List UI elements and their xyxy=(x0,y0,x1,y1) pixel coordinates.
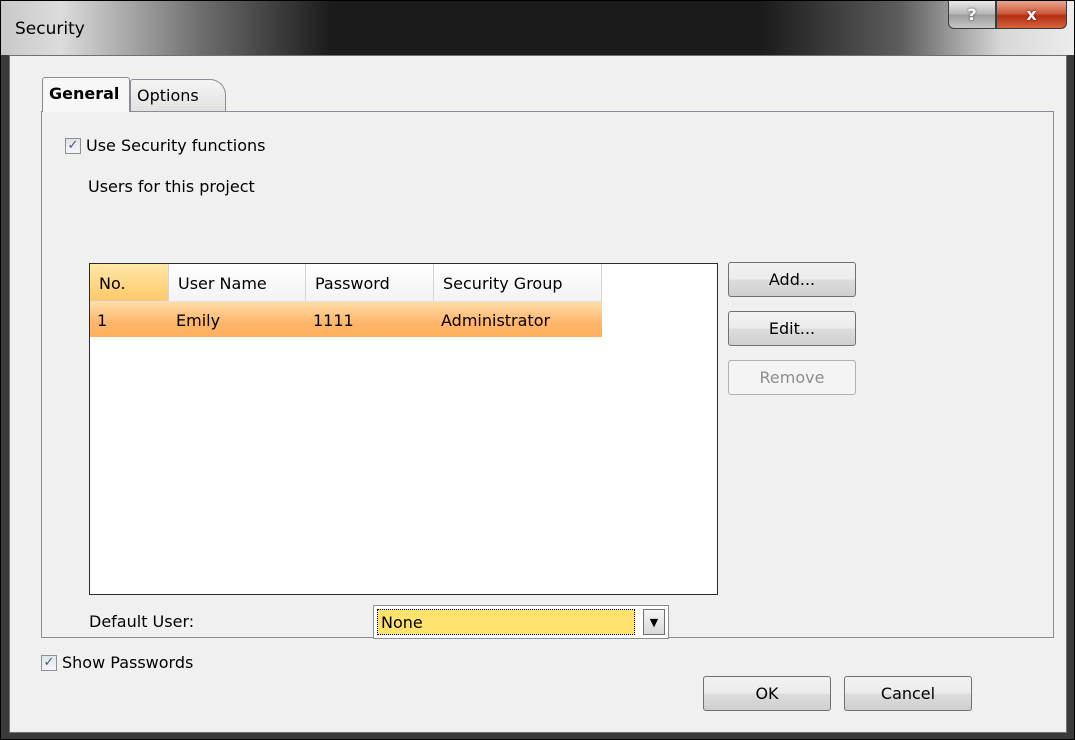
default-user-select[interactable]: None ▼ xyxy=(373,605,669,639)
dialog-body: General Options ✓ Use Security functions… xyxy=(9,55,1067,733)
edit-user-button[interactable]: Edit... xyxy=(728,311,856,346)
use-security-label: Use Security functions xyxy=(86,136,266,155)
tab-general[interactable]: General xyxy=(42,77,130,112)
help-button[interactable]: ? xyxy=(948,1,996,29)
column-header-password[interactable]: Password xyxy=(306,264,434,302)
window-title: Security xyxy=(15,19,85,39)
chevron-down-icon: ▼ xyxy=(649,615,659,629)
show-passwords-row[interactable]: ✓ Show Passwords xyxy=(41,653,193,672)
check-icon: ✓ xyxy=(67,138,79,153)
show-passwords-label: Show Passwords xyxy=(62,653,194,672)
cancel-button[interactable]: Cancel xyxy=(844,676,972,711)
check-icon: ✓ xyxy=(43,655,55,670)
title-bar: Security ? x xyxy=(1,1,1074,55)
close-icon: x xyxy=(1026,5,1037,24)
use-security-checkbox[interactable]: ✓ xyxy=(65,137,81,154)
default-user-value: None xyxy=(377,609,635,635)
add-user-button[interactable]: Add... xyxy=(728,262,856,297)
ok-button[interactable]: OK xyxy=(703,676,831,711)
default-user-label: Default User: xyxy=(89,612,195,631)
users-label: Users for this project xyxy=(88,177,255,196)
close-button[interactable]: x xyxy=(996,1,1067,29)
cell-security-group: Administrator xyxy=(441,311,551,330)
cell-no: 1 xyxy=(97,311,108,330)
show-passwords-checkbox[interactable]: ✓ xyxy=(41,654,57,671)
column-header-user-name[interactable]: User Name xyxy=(169,264,306,302)
cell-user-name: Emily xyxy=(176,311,221,330)
column-header-security-group[interactable]: Security Group xyxy=(434,264,602,302)
remove-user-button[interactable]: Remove xyxy=(728,360,856,395)
general-tab-panel: ✓ Use Security functions Users for this … xyxy=(41,111,1054,639)
use-security-row[interactable]: ✓ Use Security functions xyxy=(65,136,265,155)
tab-options[interactable]: Options xyxy=(130,79,226,111)
users-list-header: No. User Name Password Security Group xyxy=(90,264,602,302)
cell-password: 1111 xyxy=(313,311,354,330)
dropdown-button[interactable]: ▼ xyxy=(643,609,665,635)
column-header-no[interactable]: No. xyxy=(90,264,169,302)
users-list[interactable]: No. User Name Password Security Group 1 … xyxy=(89,263,718,595)
table-row[interactable]: 1 Emily 1111 Administrator xyxy=(90,302,602,337)
security-dialog: Security ? x General Options ✓ Use Secur… xyxy=(0,0,1075,740)
help-icon: ? xyxy=(967,5,977,24)
